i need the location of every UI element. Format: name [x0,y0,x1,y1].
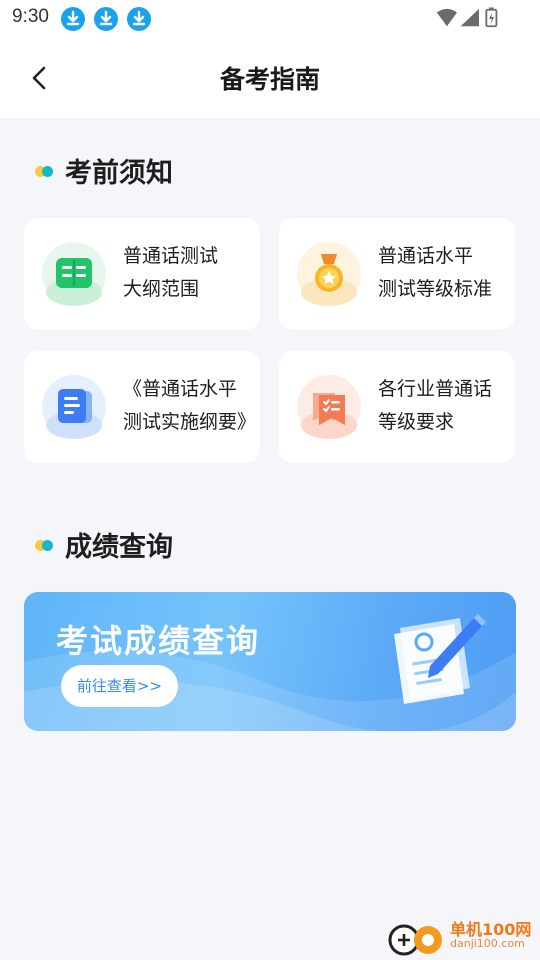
card-label: 普通话水平 测试等级标准 [378,245,493,300]
document-icon [42,375,106,439]
score-query-banner[interactable]: 考试成绩查询 前往查看>> [24,592,516,731]
watermark-logo: 单机100网 danji100.com [388,914,538,958]
download-icon [94,7,118,31]
checklist-icon [297,375,361,439]
wifi-icon [436,8,457,27]
banner-title: 考试成绩查询 [56,622,261,660]
system-status-icons [436,7,498,28]
card-label: 各行业普通话 等级要求 [378,378,493,433]
top-app-bar: 备考指南 [0,38,540,118]
go-view-button[interactable]: 前往查看>> [61,665,178,707]
exam-paper-pen-icon [394,614,486,704]
card-level-standard[interactable]: 普通话水平 测试等级标准 [279,218,515,330]
battery-charging-icon [485,7,498,28]
page-title: 备考指南 [219,65,320,94]
book-icon [42,242,106,306]
card-implementation-outline[interactable]: 《普通话水平 测试实施纲要》 [24,351,260,463]
section-title: 考前须知 [65,157,173,189]
section-header-score: 成绩查询 [35,524,173,564]
watermark-badge-icon [388,924,442,956]
section-header-pre-exam: 考前须知 [35,150,173,190]
status-bar: 9:30 [0,0,540,38]
watermark-url: danji100.com [450,937,525,950]
section-title: 成绩查询 [65,531,173,563]
download-icon [61,7,85,31]
card-label: 《普通话水平 测试实施纲要》 [123,378,257,433]
download-icon [127,7,151,31]
medal-icon [297,242,361,306]
card-label: 普通话测试 大纲范围 [123,245,219,300]
signal-icon [460,8,479,27]
card-industry-requirements[interactable]: 各行业普通话 等级要求 [279,351,515,463]
status-time: 9:30 [12,6,49,27]
card-syllabus-scope[interactable]: 普通话测试 大纲范围 [24,218,260,330]
section-bullet-icon [35,164,55,177]
section-bullet-icon [35,538,55,551]
